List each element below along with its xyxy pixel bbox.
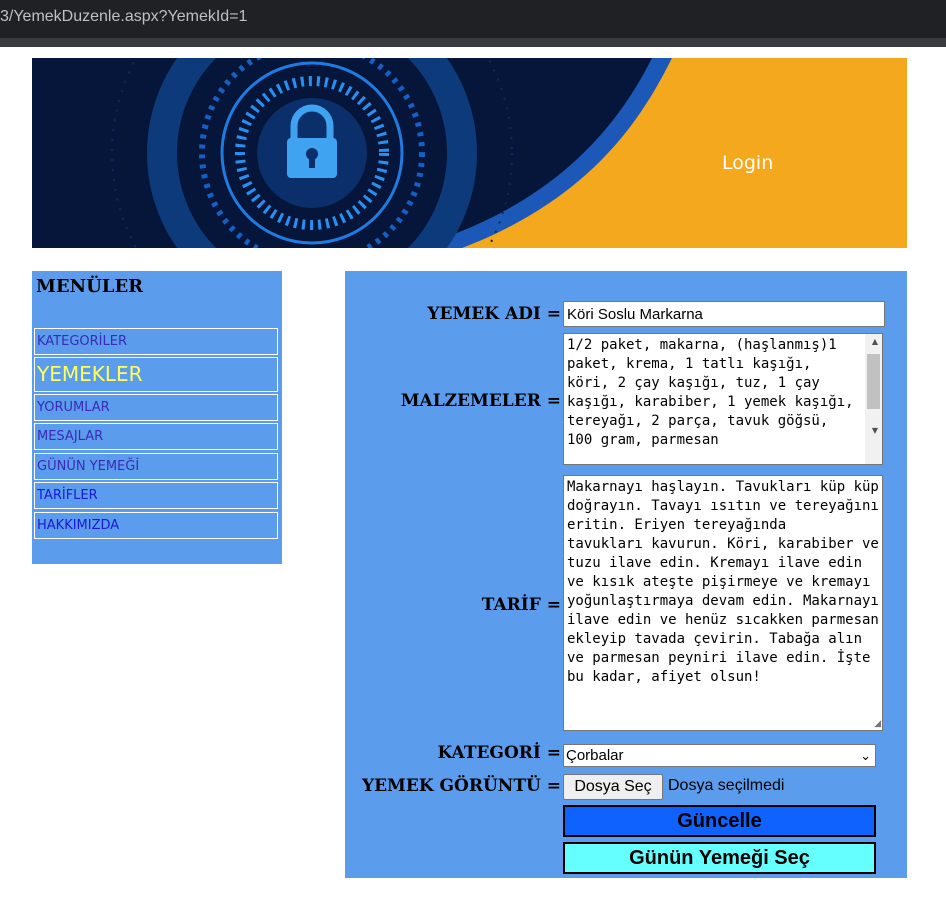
- sidebar-item-yemekler[interactable]: YEMEKLER: [34, 357, 278, 392]
- sidebar-item-tarifler[interactable]: TARİFLER: [34, 482, 278, 509]
- category-label: KATEGORİ =: [437, 743, 561, 763]
- select-daily-meal-button[interactable]: Günün Yemeği Seç: [563, 842, 876, 874]
- login-link[interactable]: Login: [722, 152, 773, 174]
- ingredients-label: MALZEMELER =: [400, 391, 561, 411]
- sidebar-title: MENÜLER: [36, 276, 144, 297]
- header-banner: Login: [32, 58, 907, 248]
- banner-graphic: [32, 58, 672, 248]
- ingredients-text[interactable]: 1/2 paket, makarna, (haşlanmış)1 paket, …: [564, 334, 864, 464]
- ingredients-textarea[interactable]: 1/2 paket, makarna, (haşlanmış)1 paket, …: [563, 333, 883, 465]
- name-input[interactable]: [564, 302, 884, 326]
- recipe-textarea[interactable]: Makarnayı haşlayın. Tavukları küp küp do…: [563, 475, 883, 731]
- ingredients-scrollbar[interactable]: ▲ ▼: [865, 334, 882, 464]
- scroll-down-icon[interactable]: ▼: [872, 426, 878, 435]
- name-label: YEMEK ADI =: [427, 304, 561, 324]
- sidebar-item-hakkimizda[interactable]: HAKKIMIZDA: [34, 512, 278, 539]
- file-status: Dosya seçilmedi: [668, 777, 785, 794]
- recipe-label: TARİF =: [481, 595, 561, 615]
- sidebar-menu: MENÜLER KATEGORİLER YEMEKLER YORUMLAR ME…: [32, 271, 282, 564]
- chevron-down-icon: ⌄: [860, 748, 871, 763]
- edit-form-panel: YEMEK ADI = MALZEMELER = 1/2 paket, maka…: [345, 271, 907, 878]
- update-button[interactable]: Güncelle: [563, 805, 876, 837]
- url-text[interactable]: 3/YemekDuzenle.aspx?YemekId=1: [0, 8, 247, 26]
- name-field[interactable]: [563, 301, 885, 327]
- resize-grip-icon[interactable]: ◢: [874, 719, 881, 729]
- sidebar-item-gunun-yemegi[interactable]: GÜNÜN YEMEĞİ: [34, 453, 278, 480]
- toolbar-divider: [0, 38, 946, 47]
- category-selected: Çorbalar: [566, 747, 624, 764]
- address-bar[interactable]: 3/YemekDuzenle.aspx?YemekId=1: [0, 0, 946, 38]
- image-label: YEMEK GÖRÜNTÜ =: [361, 776, 561, 796]
- sidebar-item-yorumlar[interactable]: YORUMLAR: [34, 394, 278, 421]
- sidebar-item-kategoriler[interactable]: KATEGORİLER: [34, 328, 278, 355]
- file-choose-button[interactable]: Dosya Seç: [563, 774, 663, 800]
- category-select[interactable]: Çorbalar ⌄: [563, 744, 876, 767]
- scroll-up-icon[interactable]: ▲: [872, 337, 878, 346]
- scroll-thumb[interactable]: [867, 354, 880, 409]
- sidebar-item-mesajlar[interactable]: MESAJLAR: [34, 423, 278, 450]
- recipe-text[interactable]: Makarnayı haşlayın. Tavukları küp küp do…: [564, 476, 882, 730]
